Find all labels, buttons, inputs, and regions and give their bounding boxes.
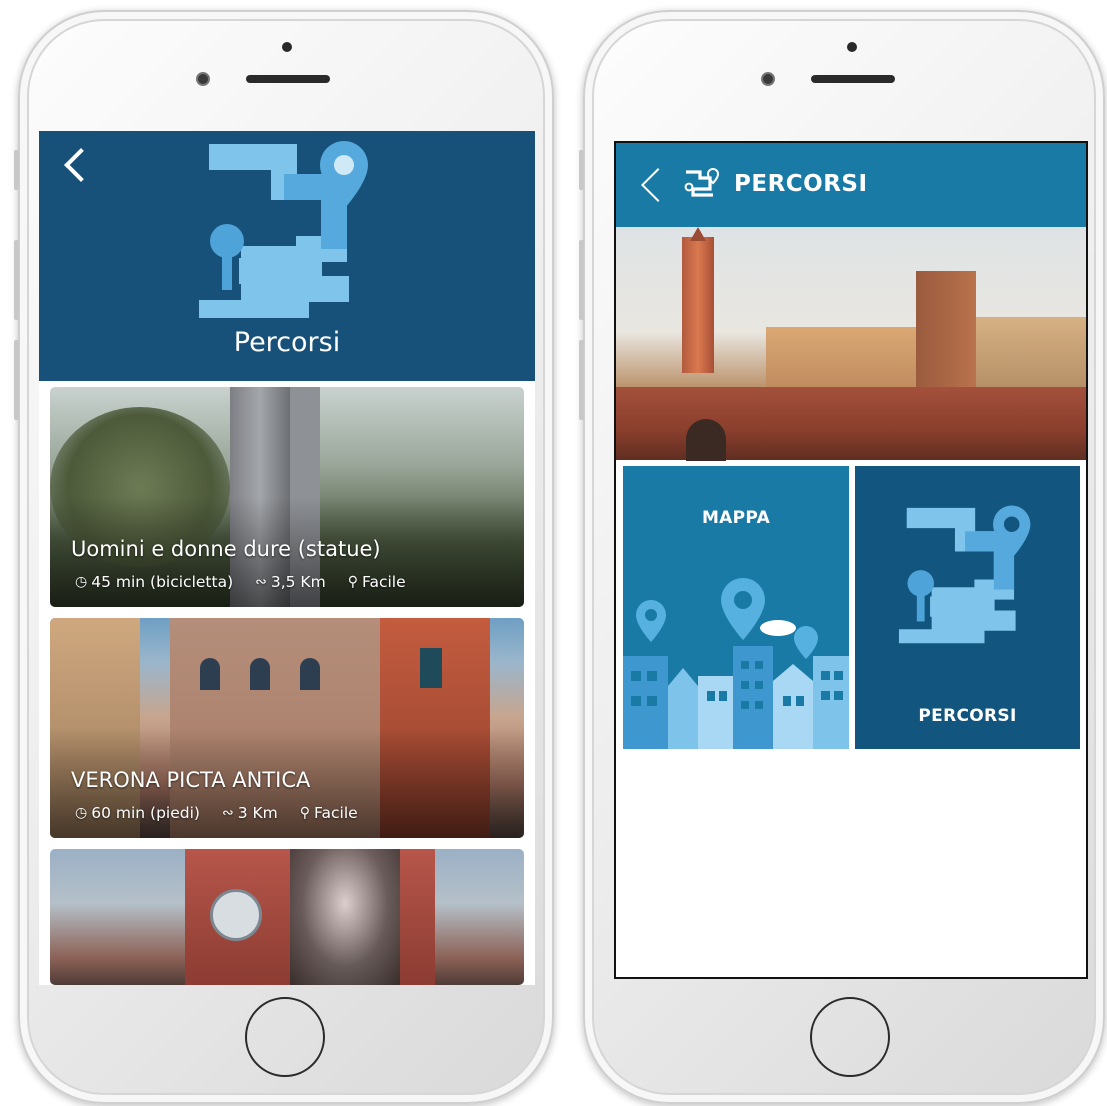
route-title: VERONA PICTA ANTICA xyxy=(71,768,311,792)
bell-tower-image xyxy=(682,237,714,373)
chevron-left-icon[interactable] xyxy=(64,148,98,182)
distance-info: ∾ 3,5 Km xyxy=(255,573,326,591)
lightning-icon xyxy=(210,889,262,941)
duration-info: ◷ 45 min (bicicletta) xyxy=(75,573,233,591)
route-pin-icon xyxy=(898,505,1031,644)
bridge-arch xyxy=(686,419,726,461)
volume-down-button xyxy=(579,340,584,420)
hiker-icon: ⚲ xyxy=(347,574,358,590)
clock-icon: ◷ xyxy=(75,574,88,590)
mural-figure-image xyxy=(290,849,400,985)
header: PERCORSI xyxy=(616,143,1086,227)
home-button[interactable] xyxy=(245,997,325,1077)
window-image xyxy=(200,658,220,690)
mute-switch xyxy=(579,150,584,190)
duration-text: 45 min (bicicletta) xyxy=(91,573,234,591)
duration-text: 60 min (piedi) xyxy=(91,804,200,822)
route-card[interactable]: VERONA PICTA ANTICA ◷ 60 min (piedi) ∾ 3… xyxy=(50,618,524,838)
route-card[interactable] xyxy=(50,849,524,985)
difficulty-text: Facile xyxy=(361,573,406,591)
header: Percorsi xyxy=(39,131,535,381)
page-title: PERCORSI xyxy=(734,171,868,197)
verona-skyline-image xyxy=(616,227,1086,461)
distance-info: ∾ 3 Km xyxy=(222,804,278,822)
front-camera xyxy=(761,72,775,86)
proximity-sensor xyxy=(847,42,857,52)
front-camera xyxy=(196,72,210,86)
mute-switch xyxy=(14,150,19,190)
route-card[interactable]: Uomini e donne dure (statue) ◷ 45 min (b… xyxy=(50,387,524,607)
map-tile[interactable]: MAPPA xyxy=(623,466,849,749)
route-meta: ◷ 45 min (bicicletta) ∾ 3,5 Km ⚲ Facile xyxy=(75,573,428,591)
window-image xyxy=(420,648,442,688)
proximity-sensor xyxy=(282,42,292,52)
window-image xyxy=(250,658,270,690)
volume-up-button xyxy=(14,240,19,320)
tile-label: PERCORSI xyxy=(918,706,1017,726)
clock-icon: ◷ xyxy=(75,805,88,821)
earpiece-speaker xyxy=(246,75,330,83)
routes-list-screen: Percorsi Uomini e donne dure (statue) ◷ … xyxy=(39,131,535,985)
difficulty-info: ⚲ Facile xyxy=(348,573,406,591)
route-pin-icon xyxy=(199,141,368,318)
duration-info: ◷ 60 min (piedi) xyxy=(75,804,200,822)
distance-text: 3 Km xyxy=(237,804,278,822)
difficulty-info: ⚲ Facile xyxy=(300,804,358,822)
difficulty-text: Facile xyxy=(314,804,358,822)
chevron-left-icon[interactable] xyxy=(641,168,675,202)
hiker-icon: ⚲ xyxy=(299,805,311,821)
city-map-icon xyxy=(623,578,849,749)
bell-tower-spire xyxy=(690,227,706,241)
volume-down-button xyxy=(14,340,19,420)
routes-tile[interactable]: PERCORSI xyxy=(855,466,1080,749)
path-icon: ∾ xyxy=(255,574,267,590)
path-icon: ∾ xyxy=(221,805,234,821)
page-title: Percorsi xyxy=(233,327,341,358)
earpiece-speaker xyxy=(811,75,895,83)
route-title: Uomini e donne dure (statue) xyxy=(71,537,381,561)
route-meta: ◷ 60 min (piedi) ∾ 3 Km ⚲ Facile xyxy=(75,804,380,822)
home-button[interactable] xyxy=(810,997,890,1077)
distance-text: 3,5 Km xyxy=(270,573,326,591)
routes-menu-screen: PERCORSI MAPPA PERCORSI xyxy=(614,141,1088,979)
tile-label: MAPPA xyxy=(701,508,771,528)
route-pin-icon xyxy=(684,167,719,197)
volume-up-button xyxy=(579,240,584,320)
window-image xyxy=(300,658,320,690)
